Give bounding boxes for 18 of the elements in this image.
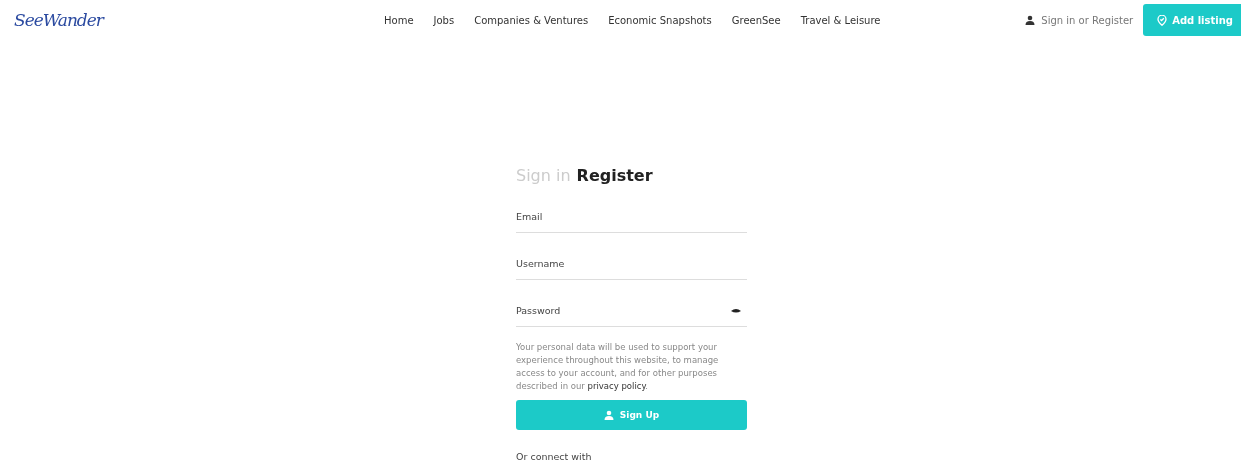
nav-link[interactable]: Economic Snapshots bbox=[608, 14, 712, 26]
site-logo[interactable]: SeeWander bbox=[14, 10, 384, 30]
nav-link[interactable]: Travel & Leisure bbox=[800, 14, 881, 26]
map-pin-icon bbox=[1157, 14, 1168, 26]
nav-link[interactable]: Home bbox=[384, 14, 414, 26]
input-field[interactable]: Username bbox=[516, 258, 747, 269]
user-icon bbox=[1025, 15, 1036, 25]
password-field[interactable]: Password bbox=[516, 305, 731, 316]
nav-link[interactable]: GreenSee bbox=[731, 14, 781, 26]
nav-link[interactable]: Jobs bbox=[433, 14, 455, 26]
sign-in-link[interactable]: Sign in or Register bbox=[1041, 14, 1134, 26]
privacy-notice: Your personal data will be used to support your experience throughout this website, to manage access to your account, and for other purposes described in our privacy policy. bbox=[516, 341, 720, 393]
user-icon bbox=[603, 410, 614, 420]
connect-label: Or connect with bbox=[516, 451, 592, 462]
input-field[interactable]: Email bbox=[516, 211, 747, 222]
eye-icon[interactable] bbox=[731, 307, 741, 314]
nav-link[interactable]: Companies & Ventures bbox=[474, 14, 589, 26]
form-tab[interactable]: Register bbox=[576, 166, 653, 185]
